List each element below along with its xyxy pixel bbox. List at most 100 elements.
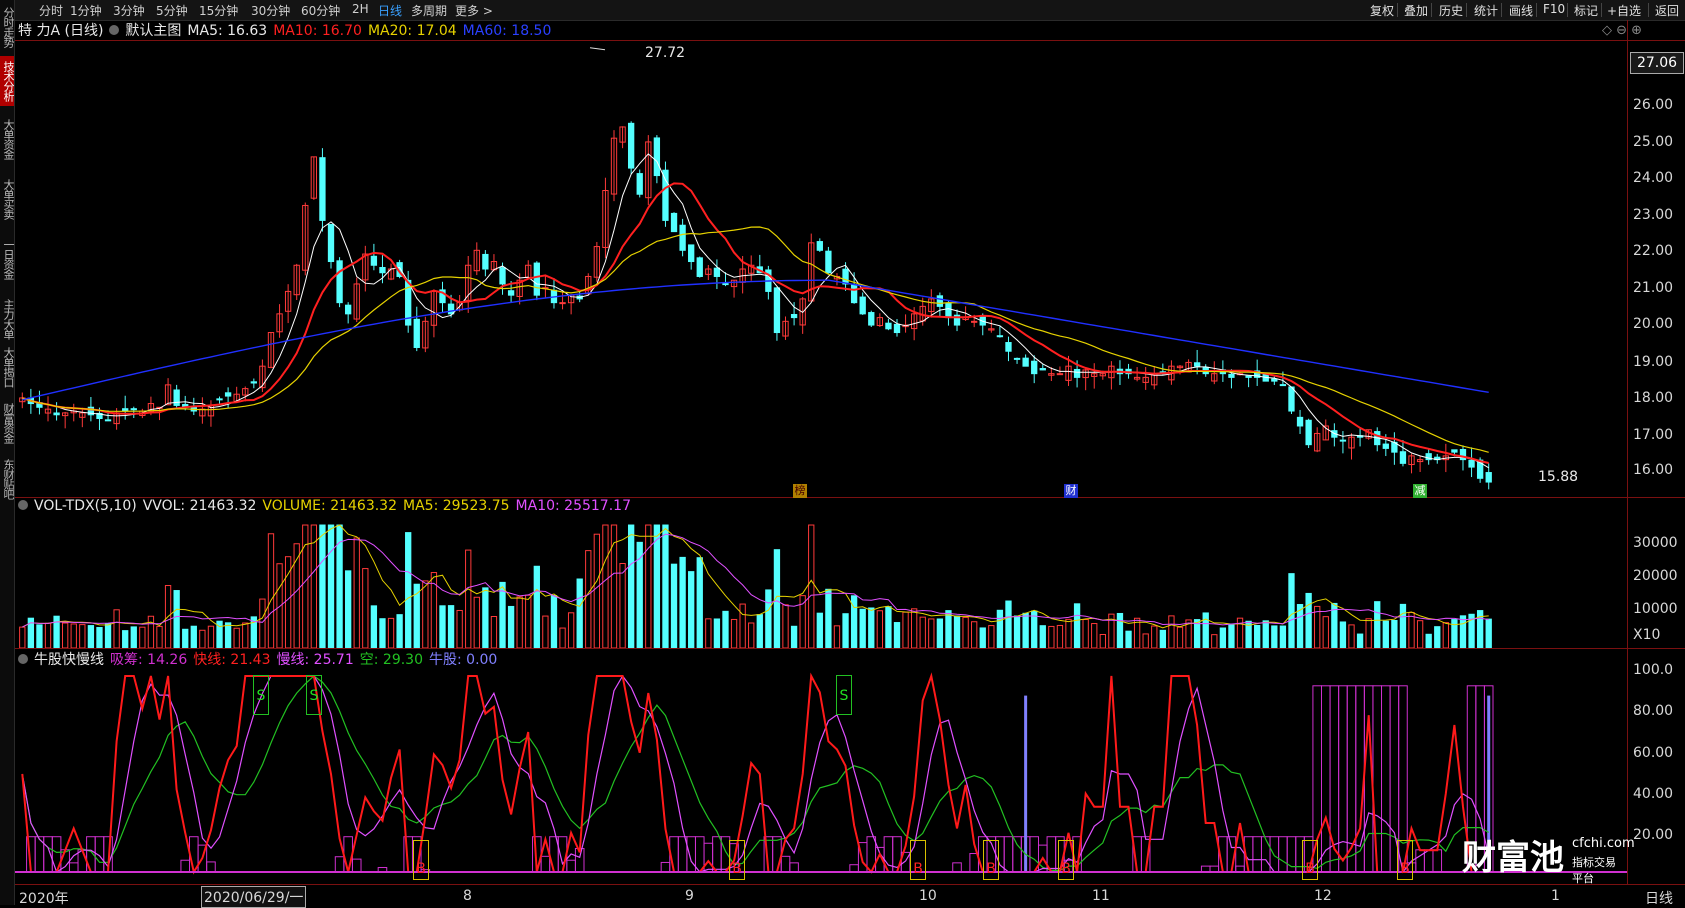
volume-bar: [1408, 611, 1415, 648]
side-tab-bigorder-gap[interactable]: 大单揭口: [0, 340, 15, 394]
sell-signal[interactable]: S: [306, 675, 322, 715]
event-marker-rank[interactable]: 榜: [793, 484, 807, 498]
f10-button[interactable]: F10: [1543, 2, 1565, 16]
volume-bar: [1082, 619, 1089, 648]
side-tab-daily-funds[interactable]: 一日资金: [0, 232, 15, 286]
volume-bar: [619, 562, 626, 648]
buy-signal[interactable]: B: [1058, 840, 1074, 880]
buy-signal[interactable]: B: [1397, 840, 1413, 880]
mark-button[interactable]: 标记: [1574, 2, 1598, 19]
volume-bar: [739, 603, 746, 648]
x-tick: 11: [1092, 888, 1110, 904]
xichou-bar: [772, 836, 782, 873]
indicator-header: 牛股快慢线 吸筹: 14.26 快线: 21.43 慢线: 25.71 空: 29.30…: [18, 649, 503, 669]
view-label[interactable]: 默认主图: [125, 23, 181, 39]
side-tab-wealth-funds[interactable]: 财富资金: [0, 396, 15, 450]
volume-bar: [267, 533, 275, 648]
volume-bar: [422, 580, 429, 648]
buy-signal[interactable]: B: [413, 840, 429, 880]
volume-bar: [465, 549, 472, 648]
side-tab-forum[interactable]: 东财贴吧: [0, 452, 15, 506]
volume-bar: [1279, 625, 1287, 648]
event-marker-finance[interactable]: 财: [1064, 484, 1078, 498]
side-tab-bigorder-funds[interactable]: 大单资金: [0, 112, 15, 166]
sell-signal[interactable]: S: [836, 675, 852, 715]
side-tab-bigorder-trades[interactable]: 大单买卖: [0, 172, 15, 226]
period-15min[interactable]: 15分钟: [199, 2, 238, 19]
draw-button[interactable]: 画线: [1509, 2, 1533, 19]
volume-chart[interactable]: [15, 518, 1627, 648]
volume-bar: [1382, 620, 1389, 648]
candle-body: [1382, 443, 1389, 449]
volume-bar: [662, 524, 669, 648]
volume-bar: [224, 622, 232, 648]
vol-indicator-name[interactable]: VOL-TDX(5,10): [34, 498, 137, 514]
volume-bar: [207, 625, 215, 648]
period-multi[interactable]: 多周期: [411, 2, 447, 19]
candle-body: [224, 392, 232, 397]
period-more[interactable]: 更多 >: [455, 2, 493, 19]
xichou-bar: [68, 862, 79, 873]
volume-bar: [396, 614, 403, 648]
price-tick: 25.00: [1633, 134, 1674, 150]
settings-icons[interactable]: ◇ ⊖ ⊕: [1602, 23, 1642, 38]
candle-body: [816, 241, 823, 251]
buy-signal[interactable]: B: [983, 840, 999, 880]
sell-signal[interactable]: S: [253, 675, 269, 715]
volume-bar: [336, 524, 343, 648]
volume-bar: [1314, 605, 1321, 648]
history-button[interactable]: 历史: [1439, 2, 1463, 19]
volume-bar: [842, 613, 849, 648]
buy-signal[interactable]: B: [729, 840, 745, 880]
period-60min[interactable]: 60分钟: [301, 2, 340, 19]
dropdown-icon[interactable]: [18, 654, 28, 664]
candle-body: [1013, 357, 1021, 360]
candle-body: [696, 257, 703, 277]
overlay-button[interactable]: 叠加: [1404, 2, 1428, 19]
side-tab-main-bigorder[interactable]: 主力大单: [0, 292, 15, 346]
candle-body: [379, 267, 386, 274]
event-marker-reduce[interactable]: 减: [1413, 484, 1427, 498]
volume-bar: [1005, 600, 1012, 648]
period-1min[interactable]: 1分钟: [70, 2, 102, 19]
volume-bar: [825, 588, 832, 648]
candle-body: [1339, 439, 1347, 442]
volume-bar: [1048, 625, 1055, 648]
volume-bar: [379, 618, 386, 648]
buy-signal[interactable]: B: [1302, 840, 1318, 880]
volume-bar: [1459, 615, 1467, 648]
dropdown-icon[interactable]: [18, 500, 28, 510]
stats-button[interactable]: 统计: [1474, 2, 1498, 19]
period-daily[interactable]: 日线: [378, 2, 402, 19]
candle-body: [173, 389, 180, 406]
side-tab-timeshare[interactable]: 分时走势: [0, 2, 15, 52]
period-2h[interactable]: 2H: [352, 2, 369, 16]
period-30min[interactable]: 30分钟: [251, 2, 290, 19]
ma10-label: MA10: 16.70: [273, 23, 362, 39]
side-tab-technical[interactable]: 技术分析: [0, 56, 15, 106]
indicator-tick: 20.00: [1633, 827, 1674, 843]
volume-bar: [945, 610, 952, 648]
adjust-button[interactable]: 复权: [1370, 2, 1394, 19]
period-3min[interactable]: 3分钟: [113, 2, 145, 19]
xichou-bar: [1320, 685, 1331, 873]
ma60-line: [22, 279, 1489, 401]
buy-signal[interactable]: B: [910, 840, 926, 880]
period-5min[interactable]: 5分钟: [156, 2, 188, 19]
candlestick-chart[interactable]: [15, 41, 1627, 497]
indicator-name[interactable]: 牛股快慢线: [34, 652, 104, 668]
volume-bar: [962, 616, 969, 648]
stock-title[interactable]: 特 力A (日线): [18, 23, 103, 39]
dropdown-icon[interactable]: [109, 25, 120, 35]
volume-bar: [1219, 627, 1227, 648]
volume-bar: [53, 615, 60, 648]
back-button[interactable]: 返回: [1655, 2, 1679, 19]
fast-line-label: 快线: 21.43: [193, 652, 271, 668]
candle-body: [868, 312, 875, 326]
add-watchlist-button[interactable]: +自选: [1607, 2, 1641, 19]
candle-body: [662, 169, 669, 221]
volume-bar: [1305, 592, 1312, 648]
period-timeshare[interactable]: 分时: [39, 2, 63, 19]
high-arrow: [589, 47, 606, 51]
volume-bar: [936, 618, 944, 648]
